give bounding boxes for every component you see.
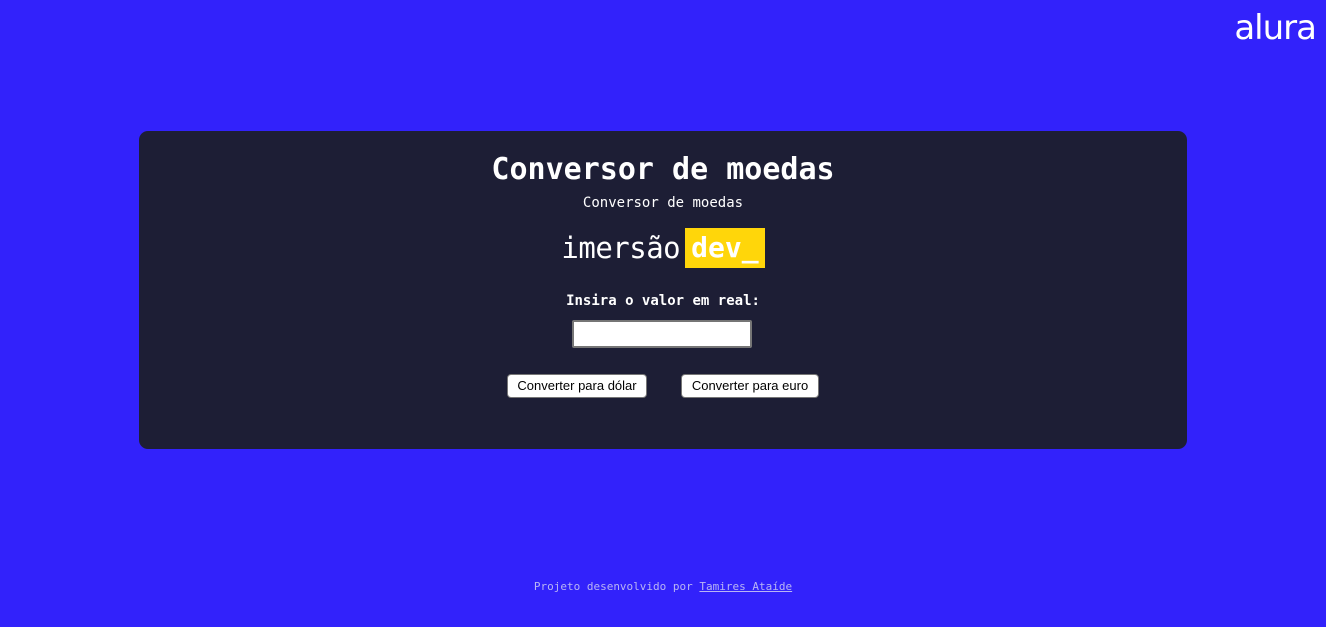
converter-card: Conversor de moedas Conversor de moedas … [139,131,1187,449]
convert-to-euro-button[interactable]: Converter para euro [681,374,819,398]
amount-label: Insira o valor em real: [566,293,760,309]
page-title: Conversor de moedas [491,152,835,187]
alura-logo: alura [1234,8,1317,48]
footer-text: Projeto desenvolvido por [533,580,693,593]
author-link[interactable]: Tamires Ataíde [699,580,792,593]
convert-to-dollar-button[interactable]: Converter para dólar [507,374,647,398]
imersao-logo-text: imersão [561,231,681,265]
imersao-dev-logo: imersão dev_ [139,228,1187,268]
dev-logo-badge: dev_ [685,228,765,268]
page-subtitle: Conversor de moedas [582,195,744,211]
footer: Projeto desenvolvido por Tamires Ataíde [0,579,1326,595]
amount-input[interactable] [572,320,752,348]
